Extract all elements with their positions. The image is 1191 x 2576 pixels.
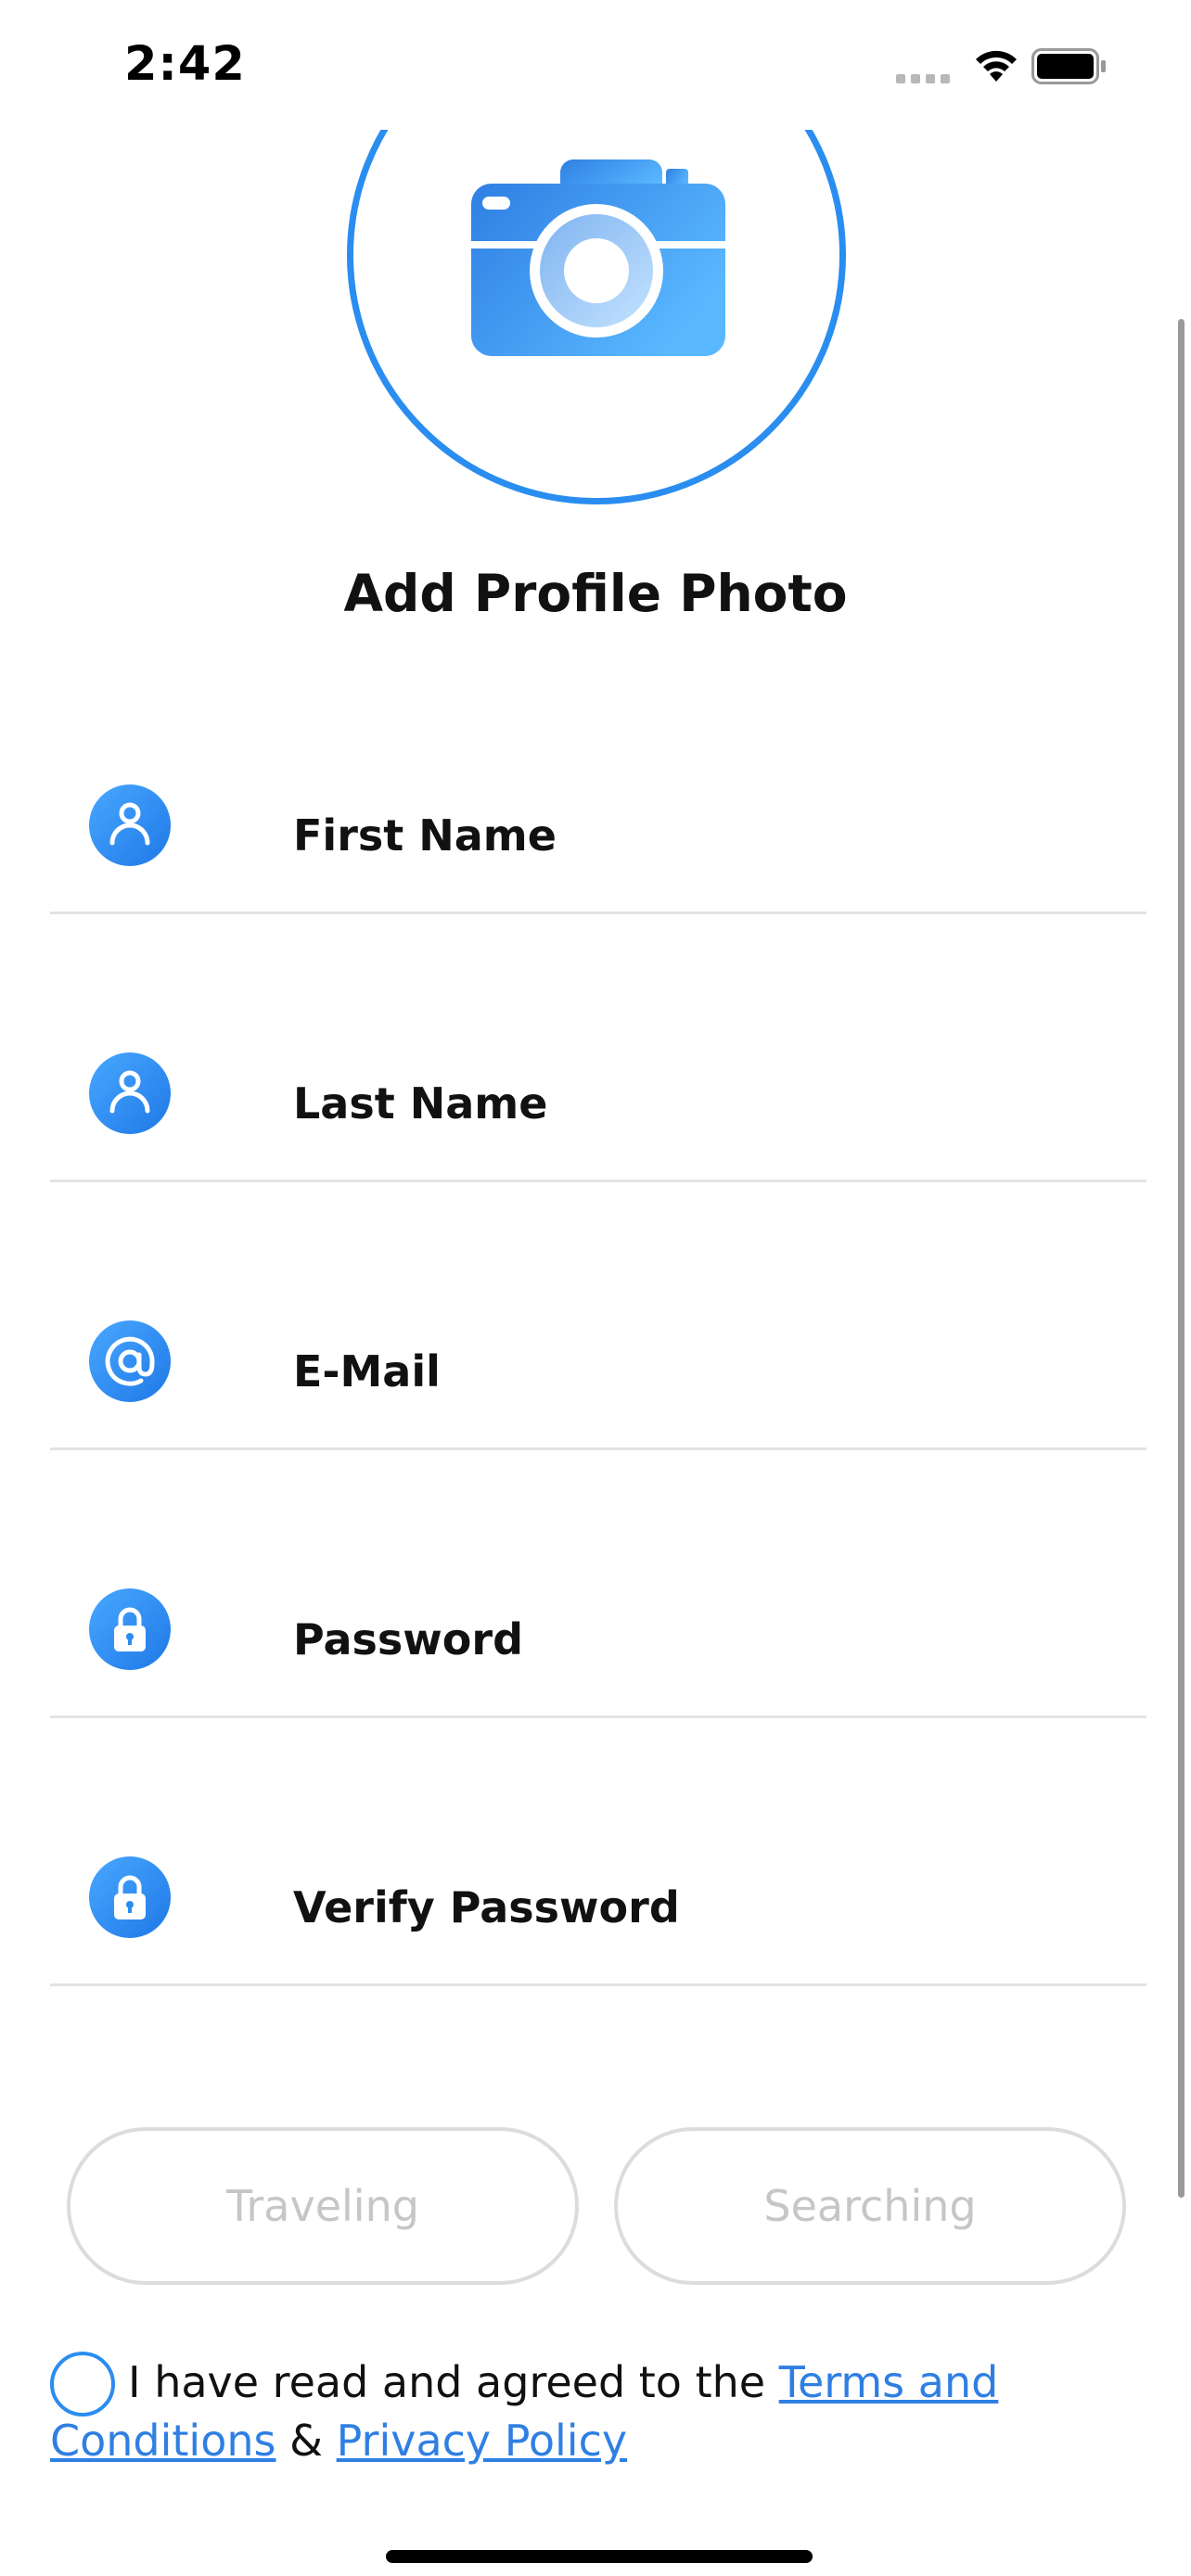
status-icons: [896, 45, 1119, 89]
add-profile-photo-title: Add Profile Photo: [343, 564, 848, 623]
camera-icon: [471, 159, 725, 356]
verify-password-label: Verify Password: [293, 1882, 680, 1932]
terms-separator: &: [275, 2416, 337, 2466]
password-field[interactable]: Password: [50, 1588, 1146, 1718]
terms-agreement-text: I have read and agreed to the Terms and …: [50, 2353, 1117, 2470]
home-indicator[interactable]: [386, 2550, 813, 2563]
status-time: 2:42: [124, 37, 246, 92]
last-name-field[interactable]: Last Name: [50, 1052, 1146, 1182]
email-field[interactable]: E-Mail: [50, 1320, 1146, 1450]
email-label: E-Mail: [293, 1346, 441, 1396]
verify-password-field[interactable]: Verify Password: [50, 1856, 1146, 1986]
battery-icon: [1031, 48, 1106, 84]
status-bar: 2:42: [0, 0, 1191, 130]
first-name-field[interactable]: First Name: [50, 784, 1146, 914]
traveling-button[interactable]: Traveling: [67, 2127, 579, 2285]
lock-icon: [89, 1588, 171, 1670]
first-name-label: First Name: [293, 810, 557, 861]
terms-prefix: I have read and agreed to the: [128, 2357, 779, 2407]
wifi-icon: [976, 50, 1017, 82]
person-icon: [89, 784, 171, 866]
searching-button[interactable]: Searching: [614, 2127, 1126, 2285]
last-name-label: Last Name: [293, 1078, 548, 1129]
scroll-indicator[interactable]: [1178, 319, 1185, 2198]
lock-icon: [89, 1856, 171, 1938]
privacy-policy-link[interactable]: Privacy Policy: [337, 2416, 628, 2466]
at-sign-icon: [89, 1320, 171, 1402]
password-label: Password: [293, 1614, 523, 1664]
person-icon: [89, 1052, 171, 1134]
